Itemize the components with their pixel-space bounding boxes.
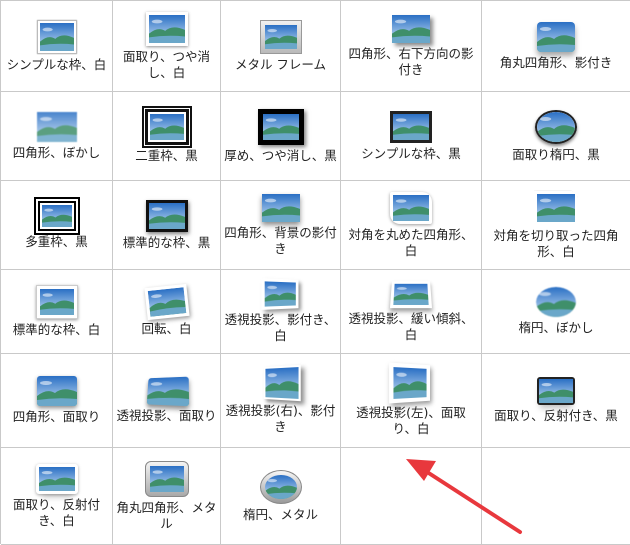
picture-style-label: 対角を丸めた四角形、白	[348, 226, 474, 258]
landscape-thumbnail-icon	[259, 469, 302, 504]
picture-style-label: シンプルな枠、黒	[361, 145, 461, 161]
picture-style-label: メタル フレーム	[234, 56, 327, 72]
landscape-thumbnail-icon	[37, 200, 76, 231]
landscape-thumbnail-icon	[537, 377, 575, 405]
landscape-thumbnail-icon	[145, 199, 188, 232]
landscape-thumbnail-icon	[259, 19, 302, 54]
landscape-thumbnail-icon	[390, 191, 432, 224]
landscape-thumbnail-icon	[143, 283, 190, 321]
landscape-thumbnail-icon	[535, 109, 577, 144]
picture-style-option[interactable]: 標準的な枠、黒	[113, 181, 221, 270]
picture-style-label: 多重枠、黒	[25, 233, 88, 249]
picture-style-option[interactable]: 透視投影、面取り	[113, 354, 221, 448]
picture-style-label: 標準的な枠、白	[12, 322, 101, 337]
picture-style-option[interactable]: メタル フレーム	[221, 1, 341, 92]
picture-style-option[interactable]: 対角を丸めた四角形、白	[341, 181, 482, 270]
picture-style-label: 角丸四角形、メタル	[116, 499, 217, 531]
picture-style-label: 楕円、ぼかし	[518, 320, 594, 335]
landscape-thumbnail-icon	[263, 364, 301, 402]
picture-style-label: シンプルな枠、白	[6, 56, 107, 72]
picture-style-option[interactable]: 厚め、つや消し、黒	[221, 92, 341, 181]
landscape-thumbnail-icon	[144, 460, 189, 497]
picture-style-label: 透視投影、面取り	[116, 408, 217, 423]
picture-style-label: 四角形、背景の影付き	[224, 224, 337, 256]
picture-style-option[interactable]: 面取り、つや消し、白	[113, 1, 221, 92]
picture-style-option[interactable]: 角丸四角形、メタル	[113, 448, 221, 545]
landscape-thumbnail-icon	[36, 376, 77, 406]
landscape-thumbnail-icon	[36, 19, 77, 54]
picture-style-option[interactable]: 透視投影、緩い傾斜、白	[341, 270, 482, 354]
picture-style-label: 二重枠、黒	[135, 147, 198, 163]
picture-style-option[interactable]: 四角形、面取り	[1, 354, 113, 448]
picture-style-label: 面取り、反射付き、黒	[494, 408, 618, 423]
landscape-thumbnail-icon	[536, 287, 576, 317]
picture-style-option[interactable]: 楕円、ぼかし	[482, 270, 630, 354]
picture-style-label: 楕円、メタル	[242, 506, 318, 522]
picture-style-option[interactable]: 多重枠、黒	[1, 181, 113, 270]
landscape-thumbnail-icon	[36, 111, 77, 142]
picture-style-label: 面取り、つや消し、白	[122, 48, 210, 80]
picture-style-option[interactable]: シンプルな枠、黒	[341, 92, 482, 181]
empty-cell	[341, 448, 482, 545]
picture-style-option[interactable]: 透視投影(左)、面取り、白	[341, 354, 482, 448]
landscape-thumbnail-icon	[35, 463, 78, 494]
picture-style-option[interactable]: 二重枠、黒	[113, 92, 221, 181]
picture-style-label: 標準的な枠、黒	[122, 234, 211, 250]
landscape-thumbnail-icon	[390, 110, 432, 143]
picture-style-option[interactable]: 標準的な枠、白	[1, 270, 113, 354]
picture-style-option[interactable]: 四角形、背景の影付き	[221, 181, 341, 270]
landscape-thumbnail-icon	[261, 193, 300, 222]
landscape-thumbnail-icon	[534, 190, 578, 225]
picture-style-option[interactable]: 透視投影、影付き、白	[221, 270, 341, 354]
landscape-thumbnail-icon	[146, 376, 189, 407]
picture-style-gallery: シンプルな枠、白 面取り、つや消し、白 メタル フレーム 四角形、右下方向の影付…	[0, 0, 630, 545]
picture-style-option[interactable]: 対角を切り取った四角形、白	[482, 181, 630, 270]
picture-style-label: 四角形、右下方向の影付き	[348, 45, 474, 77]
picture-style-label: 厚め、つや消し、黒	[224, 147, 337, 163]
landscape-thumbnail-icon	[537, 21, 575, 52]
picture-style-option[interactable]: 四角形、ぼかし	[1, 92, 113, 181]
picture-style-label: 対角を切り取った四角形、白	[493, 227, 619, 259]
picture-style-option[interactable]: 透視投影(右)、影付き	[221, 354, 341, 448]
picture-style-label: 回転、白	[141, 321, 192, 336]
empty-cell	[482, 448, 630, 545]
picture-style-label: 透視投影(左)、面取り、白	[356, 405, 466, 436]
picture-style-option[interactable]: シンプルな枠、白	[1, 1, 113, 92]
picture-style-option[interactable]: 四角形、右下方向の影付き	[341, 1, 482, 92]
picture-style-option[interactable]: 面取り、反射付き、白	[1, 448, 113, 545]
picture-style-label: 四角形、面取り	[12, 409, 101, 424]
picture-style-label: 面取り楕円、黒	[512, 146, 600, 162]
landscape-thumbnail-icon	[389, 281, 433, 309]
landscape-thumbnail-icon	[392, 14, 430, 43]
picture-style-label: 面取り、反射付き、白	[12, 496, 100, 528]
landscape-thumbnail-icon	[260, 278, 298, 310]
picture-style-label: 透視投影、影付き、白	[224, 312, 337, 343]
landscape-thumbnail-icon	[257, 108, 304, 145]
picture-style-option[interactable]: 角丸四角形、影付き	[482, 1, 630, 92]
picture-style-label: 透視投影、緩い傾斜、白	[348, 311, 474, 342]
picture-style-label: 透視投影(右)、影付き	[225, 403, 336, 434]
picture-style-option[interactable]: 面取り楕円、黒	[482, 92, 630, 181]
landscape-thumbnail-icon	[389, 362, 430, 404]
picture-style-label: 角丸四角形、影付き	[499, 54, 613, 70]
picture-style-option[interactable]: 面取り、反射付き、黒	[482, 354, 630, 448]
landscape-thumbnail-icon	[145, 11, 188, 46]
picture-style-option[interactable]: 楕円、メタル	[221, 448, 341, 545]
landscape-thumbnail-icon	[35, 285, 78, 319]
picture-style-option[interactable]: 回転、白	[113, 270, 221, 354]
landscape-thumbnail-icon	[141, 105, 192, 148]
picture-style-label: 四角形、ぼかし	[12, 144, 101, 160]
